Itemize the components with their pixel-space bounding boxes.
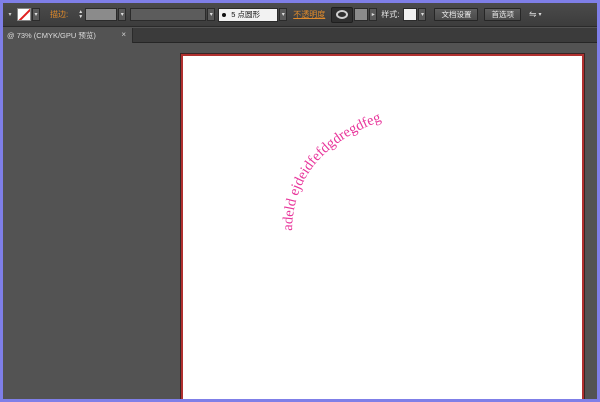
preferences-button[interactable]: 首选项 xyxy=(484,8,521,21)
opacity-label[interactable]: 不透明度 xyxy=(293,9,325,20)
document-setup-button[interactable]: 文档设置 xyxy=(434,8,479,21)
stroke-weight-field[interactable] xyxy=(85,8,118,21)
document-tab-title: @ 73% (CMYK/GPU 预览) xyxy=(7,31,96,40)
none-slash-icon xyxy=(18,9,30,20)
path-text-content: adeld ejdeidfefdgdregdfeg xyxy=(280,110,383,232)
document-tab-bar: @ 73% (CMYK/GPU 预览) × xyxy=(3,28,597,43)
panel-menu-arrow-icon[interactable]: ▾ xyxy=(539,11,542,18)
symbol-button[interactable] xyxy=(331,6,354,23)
control-bar-arrow-icon[interactable]: ▾ xyxy=(5,8,15,21)
control-bar: ▾ ▾ 描边: ▲ ▼ ▾ ▾ 5 点圆形 ▾ 不透明度 ▸ 样式: ▾ 文档设置… xyxy=(3,3,597,27)
path-text[interactable]: adeld ejdeidfefdgdregdfeg xyxy=(280,110,383,232)
brush-definition-value: 5 点圆形 xyxy=(231,10,260,19)
close-tab-icon[interactable]: × xyxy=(121,30,126,39)
stroke-weight-dropdown[interactable]: ▾ xyxy=(118,8,127,21)
arrange-documents-icon[interactable]: ⇋ xyxy=(529,9,537,20)
artboard[interactable]: adeld ejdeidfefdgdregdfeg xyxy=(181,54,584,399)
recolor-swatch[interactable] xyxy=(354,8,369,21)
graphic-style-dropdown[interactable]: ▾ xyxy=(418,8,427,21)
brush-dropdown-arrow[interactable]: ▾ xyxy=(279,8,288,21)
stroke-weight-spinner[interactable]: ▲ ▼ xyxy=(76,8,85,21)
type-on-path-artwork[interactable]: adeld ejdeidfefdgdregdfeg xyxy=(183,56,586,399)
graphic-style-swatch[interactable] xyxy=(403,8,418,21)
brush-dot-icon xyxy=(222,12,227,17)
document-tab[interactable]: @ 73% (CMYK/GPU 预览) × xyxy=(3,28,133,43)
illustrator-window: ▾ ▾ 描边: ▲ ▼ ▾ ▾ 5 点圆形 ▾ 不透明度 ▸ 样式: ▾ 文档设置… xyxy=(3,3,597,399)
style-label: 样式: xyxy=(381,10,400,19)
brush-definition-select[interactable]: 5 点圆形 xyxy=(218,7,279,22)
stroke-label[interactable]: 描边: xyxy=(50,9,68,20)
fill-swatch[interactable] xyxy=(17,8,31,21)
fill-dropdown-arrow[interactable]: ▾ xyxy=(32,8,40,21)
recolor-dropdown[interactable]: ▸ xyxy=(369,8,378,21)
variable-width-profile[interactable] xyxy=(130,8,207,21)
width-profile-dropdown[interactable]: ▾ xyxy=(207,8,216,21)
swirl-icon xyxy=(336,10,349,19)
